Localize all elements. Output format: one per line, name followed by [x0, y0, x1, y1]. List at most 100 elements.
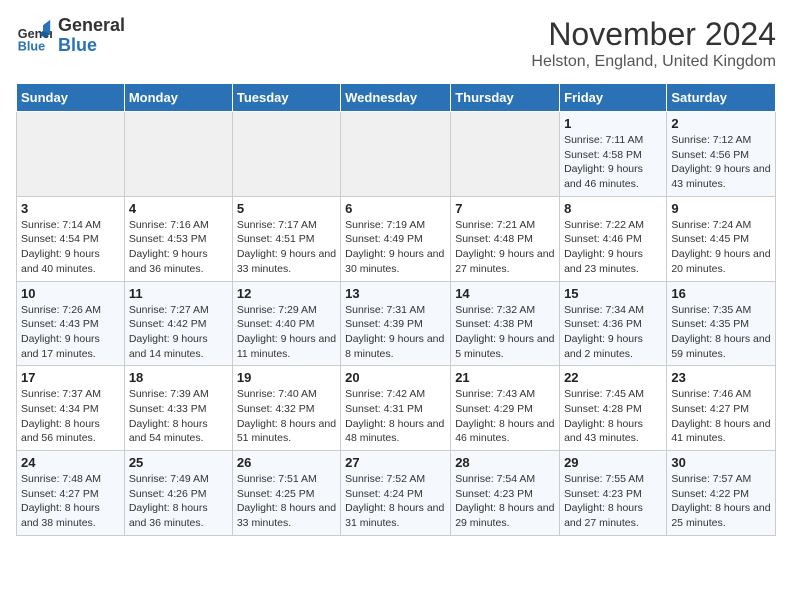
day-number: 28 — [455, 455, 555, 470]
day-info: Sunrise: 7:51 AM Sunset: 4:25 PM Dayligh… — [237, 472, 336, 531]
day-info: Sunrise: 7:34 AM Sunset: 4:36 PM Dayligh… — [564, 303, 662, 362]
calendar-cell: 9 Sunrise: 7:24 AM Sunset: 4:45 PM Daylig… — [667, 196, 776, 281]
day-number: 14 — [455, 286, 555, 301]
calendar-cell: 28 Sunrise: 7:54 AM Sunset: 4:23 PM Dayli… — [451, 451, 560, 536]
day-number: 29 — [564, 455, 662, 470]
day-number: 19 — [237, 370, 336, 385]
calendar-cell: 11 Sunrise: 7:27 AM Sunset: 4:42 PM Dayli… — [124, 281, 232, 366]
calendar-cell: 13 Sunrise: 7:31 AM Sunset: 4:39 PM Dayli… — [341, 281, 451, 366]
day-number: 1 — [564, 116, 662, 131]
column-header-saturday: Saturday — [667, 84, 776, 112]
day-info: Sunrise: 7:17 AM Sunset: 4:51 PM Dayligh… — [237, 218, 336, 277]
day-number: 27 — [345, 455, 446, 470]
day-info: Sunrise: 7:32 AM Sunset: 4:38 PM Dayligh… — [455, 303, 555, 362]
day-info: Sunrise: 7:46 AM Sunset: 4:27 PM Dayligh… — [671, 387, 771, 446]
calendar-cell: 1 Sunrise: 7:11 AM Sunset: 4:58 PM Daylig… — [560, 112, 667, 197]
calendar-cell: 27 Sunrise: 7:52 AM Sunset: 4:24 PM Dayli… — [341, 451, 451, 536]
column-header-thursday: Thursday — [451, 84, 560, 112]
calendar-cell: 21Sunrise: 7:43 AM Sunset: 4:29 PM Dayli… — [451, 366, 560, 451]
day-number: 6 — [345, 201, 446, 216]
calendar-table: SundayMondayTuesdayWednesdayThursdayFrid… — [16, 83, 776, 536]
day-number: 7 — [455, 201, 555, 216]
day-number: 4 — [129, 201, 228, 216]
day-number: 20 — [345, 370, 446, 385]
day-info: Sunrise: 7:16 AM Sunset: 4:53 PM Dayligh… — [129, 218, 228, 277]
calendar-cell: 6 Sunrise: 7:19 AM Sunset: 4:49 PM Daylig… — [341, 196, 451, 281]
day-info: Sunrise: 7:42 AM Sunset: 4:31 PM Dayligh… — [345, 387, 446, 446]
day-info: Sunrise: 7:40 AM Sunset: 4:32 PM Dayligh… — [237, 387, 336, 446]
day-number: 13 — [345, 286, 446, 301]
calendar-cell: 20 Sunrise: 7:42 AM Sunset: 4:31 PM Dayli… — [341, 366, 451, 451]
calendar-cell: 24Sunrise: 7:48 AM Sunset: 4:27 PM Dayli… — [17, 451, 125, 536]
calendar-cell: 2 Sunrise: 7:12 AM Sunset: 4:56 PM Daylig… — [667, 112, 776, 197]
calendar-cell: 8Sunrise: 7:22 AM Sunset: 4:46 PM Daylig… — [560, 196, 667, 281]
calendar-cell — [341, 112, 451, 197]
calendar-cell: 10Sunrise: 7:26 AM Sunset: 4:43 PM Dayli… — [17, 281, 125, 366]
day-number: 3 — [21, 201, 120, 216]
column-header-tuesday: Tuesday — [232, 84, 340, 112]
calendar-header-row: SundayMondayTuesdayWednesdayThursdayFrid… — [17, 84, 776, 112]
calendar-week-row: 1 Sunrise: 7:11 AM Sunset: 4:58 PM Daylig… — [17, 112, 776, 197]
day-info: Sunrise: 7:19 AM Sunset: 4:49 PM Dayligh… — [345, 218, 446, 277]
column-header-wednesday: Wednesday — [341, 84, 451, 112]
calendar-cell: 17Sunrise: 7:37 AM Sunset: 4:34 PM Dayli… — [17, 366, 125, 451]
day-info: Sunrise: 7:24 AM Sunset: 4:45 PM Dayligh… — [671, 218, 771, 277]
calendar-cell: 12 Sunrise: 7:29 AM Sunset: 4:40 PM Dayli… — [232, 281, 340, 366]
calendar-cell: 30Sunrise: 7:57 AM Sunset: 4:22 PM Dayli… — [667, 451, 776, 536]
day-number: 16 — [671, 286, 771, 301]
day-info: Sunrise: 7:49 AM Sunset: 4:26 PM Dayligh… — [129, 472, 228, 531]
calendar-week-row: 17Sunrise: 7:37 AM Sunset: 4:34 PM Dayli… — [17, 366, 776, 451]
calendar-cell: 19 Sunrise: 7:40 AM Sunset: 4:32 PM Dayli… — [232, 366, 340, 451]
calendar-cell: 5Sunrise: 7:17 AM Sunset: 4:51 PM Daylig… — [232, 196, 340, 281]
title-area: November 2024 Helston, England, United K… — [531, 16, 776, 71]
day-number: 25 — [129, 455, 228, 470]
day-info: Sunrise: 7:48 AM Sunset: 4:27 PM Dayligh… — [21, 472, 120, 531]
calendar-cell — [17, 112, 125, 197]
day-info: Sunrise: 7:31 AM Sunset: 4:39 PM Dayligh… — [345, 303, 446, 362]
column-header-friday: Friday — [560, 84, 667, 112]
day-info: Sunrise: 7:35 AM Sunset: 4:35 PM Dayligh… — [671, 303, 771, 362]
day-number: 9 — [671, 201, 771, 216]
day-info: Sunrise: 7:12 AM Sunset: 4:56 PM Dayligh… — [671, 133, 771, 192]
day-number: 15 — [564, 286, 662, 301]
day-number: 21 — [455, 370, 555, 385]
svg-text:Blue: Blue — [18, 39, 45, 53]
calendar-cell: 26 Sunrise: 7:51 AM Sunset: 4:25 PM Dayli… — [232, 451, 340, 536]
day-number: 17 — [21, 370, 120, 385]
calendar-cell — [451, 112, 560, 197]
calendar-cell: 22Sunrise: 7:45 AM Sunset: 4:28 PM Dayli… — [560, 366, 667, 451]
day-number: 18 — [129, 370, 228, 385]
day-number: 26 — [237, 455, 336, 470]
day-info: Sunrise: 7:54 AM Sunset: 4:23 PM Dayligh… — [455, 472, 555, 531]
calendar-cell: 16 Sunrise: 7:35 AM Sunset: 4:35 PM Dayli… — [667, 281, 776, 366]
calendar-cell: 25 Sunrise: 7:49 AM Sunset: 4:26 PM Dayli… — [124, 451, 232, 536]
day-number: 23 — [671, 370, 771, 385]
day-number: 2 — [671, 116, 771, 131]
day-info: Sunrise: 7:11 AM Sunset: 4:58 PM Dayligh… — [564, 133, 662, 192]
calendar-cell — [124, 112, 232, 197]
calendar-cell: 23 Sunrise: 7:46 AM Sunset: 4:27 PM Dayli… — [667, 366, 776, 451]
calendar-cell: 15 Sunrise: 7:34 AM Sunset: 4:36 PM Dayli… — [560, 281, 667, 366]
day-info: Sunrise: 7:27 AM Sunset: 4:42 PM Dayligh… — [129, 303, 228, 362]
day-info: Sunrise: 7:52 AM Sunset: 4:24 PM Dayligh… — [345, 472, 446, 531]
day-info: Sunrise: 7:45 AM Sunset: 4:28 PM Dayligh… — [564, 387, 662, 446]
logo-text: General Blue — [58, 16, 125, 56]
day-number: 30 — [671, 455, 771, 470]
logo: General Blue General Blue — [16, 16, 125, 56]
calendar-cell: 4 Sunrise: 7:16 AM Sunset: 4:53 PM Daylig… — [124, 196, 232, 281]
day-info: Sunrise: 7:14 AM Sunset: 4:54 PM Dayligh… — [21, 218, 120, 277]
day-number: 12 — [237, 286, 336, 301]
location-title: Helston, England, United Kingdom — [531, 53, 776, 71]
calendar-cell: 14 Sunrise: 7:32 AM Sunset: 4:38 PM Dayli… — [451, 281, 560, 366]
day-info: Sunrise: 7:22 AM Sunset: 4:46 PM Dayligh… — [564, 218, 662, 277]
day-info: Sunrise: 7:39 AM Sunset: 4:33 PM Dayligh… — [129, 387, 228, 446]
calendar-cell: 18 Sunrise: 7:39 AM Sunset: 4:33 PM Dayli… — [124, 366, 232, 451]
day-number: 11 — [129, 286, 228, 301]
calendar-week-row: 3 Sunrise: 7:14 AM Sunset: 4:54 PM Daylig… — [17, 196, 776, 281]
calendar-cell: 7Sunrise: 7:21 AM Sunset: 4:48 PM Daylig… — [451, 196, 560, 281]
calendar-week-row: 24Sunrise: 7:48 AM Sunset: 4:27 PM Dayli… — [17, 451, 776, 536]
month-title: November 2024 — [531, 16, 776, 53]
day-info: Sunrise: 7:29 AM Sunset: 4:40 PM Dayligh… — [237, 303, 336, 362]
day-info: Sunrise: 7:26 AM Sunset: 4:43 PM Dayligh… — [21, 303, 120, 362]
column-header-sunday: Sunday — [17, 84, 125, 112]
